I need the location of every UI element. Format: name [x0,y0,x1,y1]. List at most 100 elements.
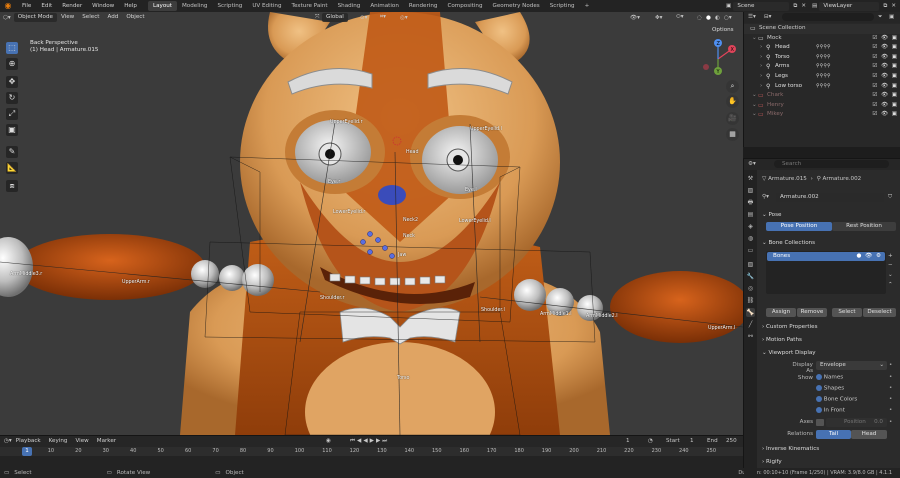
expand-chevron-icon[interactable]: › [760,72,762,82]
bone-label[interactable]: ArmMiddle2.l [586,314,618,319]
collection-tab-icon[interactable]: ▭ [746,246,755,255]
start-field[interactable]: 1 [690,438,694,444]
tab-shading[interactable]: Shading [333,1,366,11]
move-up-icon[interactable]: ⌃ [888,281,893,290]
bone-label[interactable]: UpperEyelid.r [330,120,363,125]
visibility-toggle-icons[interactable]: ☑ 👁 ▣ [872,53,898,63]
physics-tab-icon[interactable]: ◎ [746,284,755,293]
rotate-tool-icon[interactable]: ↻ [6,92,18,104]
outliner-row[interactable]: ⌄ ▭ Henry ☑ 👁 ▣ [744,101,900,111]
mode-selector[interactable]: Object Mode [13,13,57,22]
bone-label[interactable]: Shoulder.l [481,308,505,313]
bone-label[interactable]: Jaw [398,253,406,258]
deselect-button[interactable]: Deselect [863,308,896,317]
overlay-icon[interactable]: ⬭▾ [676,14,684,21]
scene-copy-icon[interactable]: ⧉ [793,3,797,10]
new-collection-icon[interactable]: ▣ [889,14,894,20]
menu-edit[interactable]: Edit [36,0,57,12]
visibility-toggle-icons[interactable]: ☑ 👁 ▣ [872,110,898,120]
bone-label[interactable]: Neck2 [403,218,418,223]
menu-render[interactable]: Render [57,0,87,12]
tab-modeling[interactable]: Modeling [177,1,212,11]
bone-constraint-tab-icon[interactable]: ⚯ [746,332,755,341]
child-data-icons[interactable]: ⚲⚲⚲⚲ [816,72,831,82]
outliner-row[interactable]: › ⚲ Arms ⚲⚲⚲⚲ ☑ 👁 ▣ [744,62,900,72]
visibility-toggle-icons[interactable]: ☑ 👁 ▣ [872,62,898,72]
world-tab-icon[interactable]: ◍ [746,234,755,243]
view-layer-selector[interactable]: ViewLayer [819,1,880,11]
tab-geometry-nodes[interactable]: Geometry Nodes [488,1,545,11]
expand-chevron-icon[interactable]: › [760,53,762,63]
bone-collection-menu-icon[interactable]: ⌄ [888,271,893,280]
bone-label[interactable]: UpperArm.l [708,326,735,331]
pan-hand-icon[interactable]: ✋ [726,95,739,108]
zoom-icon[interactable]: ⌕ [726,80,739,93]
gizmo-icon[interactable]: ✥▾ [655,15,663,21]
measure-tool-icon[interactable]: 📐 [6,162,18,174]
outliner-row[interactable]: › ⚲ Legs ⚲⚲⚲⚲ ☑ 👁 ▣ [744,72,900,82]
tab-layout[interactable]: Layout [147,1,177,11]
rest-position-button[interactable]: Rest Position [832,222,896,231]
tab-scripting[interactable]: Scripting [212,1,247,11]
end-field[interactable]: 250 [726,438,737,444]
outliner-row[interactable]: › ⚲ Low torso ⚲⚲⚲⚲ ☑ 👁 ▣ [744,82,900,92]
3d-viewport[interactable]: UpperEyelid.r UpperEyelid.l Head Eye.r Eye.l… [0,12,743,435]
visibility-toggle-icons[interactable]: ☑ 👁 ▣ [872,82,898,92]
bone-collection-visibility-icons[interactable]: ● 👁 ⚙ [856,252,882,261]
modifier-tab-icon[interactable]: 🔧 [746,272,755,281]
view-menu[interactable]: View [57,13,78,22]
show-shapes-checkbox[interactable]: Shapes [816,385,844,392]
visibility-toggle-icons[interactable]: ☑ 👁 ▣ [872,43,898,53]
camera-view-icon[interactable]: 🎥 [726,112,739,125]
in-front-keyframe-icon[interactable]: • [889,407,892,413]
expand-chevron-icon[interactable]: ⌄ [752,34,757,44]
outliner-display-icon[interactable]: ⊟▾ [764,14,772,20]
axes-position-field[interactable]: Position 0.0 [826,418,887,427]
select-menu[interactable]: Select [78,13,103,22]
timeline-editor-icon[interactable]: ◷▾ [4,438,12,444]
bone-label[interactable]: UpperEyelid.l [470,127,502,132]
outliner-row[interactable]: › ⚲ Torso ⚲⚲⚲⚲ ☑ 👁 ▣ [744,53,900,63]
outliner-row[interactable]: ⌄ ▭ Mock ☑ 👁 ▣ [744,34,900,44]
menu-window[interactable]: Window [87,0,119,12]
constraint-tab-icon[interactable]: ⛓ [746,296,755,305]
shading-rendered-icon[interactable]: ○▾ [724,15,732,21]
child-data-icons[interactable]: ⚲⚲⚲⚲ [816,43,831,53]
playback-controls[interactable]: ⏮◀◀▶▶⏭ [350,438,389,445]
current-frame-field[interactable]: 1 [626,438,630,444]
expand-chevron-icon[interactable]: › [760,43,762,53]
bone-label[interactable]: LowerEyelid.l [459,219,491,224]
pivot-icon[interactable]: ⊙▾ [360,15,368,21]
bone-label[interactable]: Head [406,150,419,155]
armature-data-tab-icon[interactable]: 🦴 [746,308,755,317]
navigation-gizmo[interactable]: X Z Y [696,37,740,81]
bone-label[interactable]: Shoulder.r [320,296,344,301]
filter-icon[interactable]: ⏷ [878,14,882,21]
bone-collections-panel-header[interactable]: ⌄ Bone Collections [762,238,898,248]
add-menu[interactable]: Add [104,13,123,22]
armature-data-icon[interactable]: ⚲▾ [762,194,769,200]
scene-close-icon[interactable]: ✕ [801,3,806,9]
options-menu[interactable]: Options [712,27,734,33]
bone-label[interactable]: ArmMiddle1.l [540,312,572,317]
scale-tool-icon[interactable]: ⤢ [6,108,18,120]
cursor-tool-icon[interactable]: ⊕ [6,58,18,70]
show-in-front-checkbox[interactable]: In Front [816,407,845,414]
visibility-icon[interactable]: 👁▾ [630,15,640,21]
bone-collection-item[interactable]: Bones ● 👁 ⚙ [767,252,885,261]
show-bone-colors-checkbox[interactable]: Bone Colors [816,396,857,403]
remove-button[interactable]: Remove [797,308,827,317]
armature-name-field[interactable]: Armature.002 [776,193,884,202]
tab-texture-paint[interactable]: Texture Paint [287,1,333,11]
bone-tab-icon[interactable]: ╱ [746,320,755,329]
select-box-tool-icon[interactable]: ⬚ [6,42,18,54]
child-data-icons[interactable]: ⚲⚲⚲⚲ [816,82,831,92]
output-tab-icon[interactable]: 🖶 [746,198,755,207]
remove-bone-collection-icon[interactable]: − [888,261,893,270]
expand-chevron-icon[interactable]: ⌄ [752,110,757,120]
custom-properties-panel-header[interactable]: › Custom Properties [762,322,898,332]
outliner-row[interactable]: › ⚲ Head ⚲⚲⚲⚲ ☑ 👁 ▣ [744,43,900,53]
snap-icon[interactable]: ⌗▾ [380,14,386,21]
tab-scripting-2[interactable]: Scripting [545,1,580,11]
properties-editor-icon[interactable]: ⚙▾ [748,161,756,167]
